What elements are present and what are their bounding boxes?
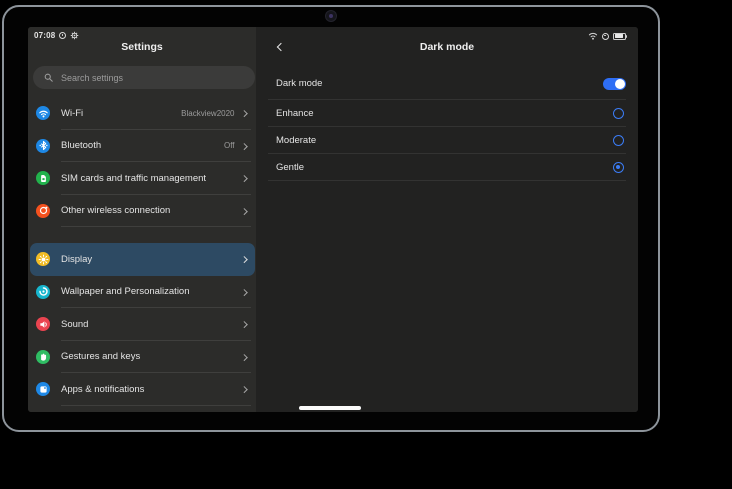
sidebar-item-label: Gestures and keys (61, 351, 242, 362)
sidebar-group-connections: Wi-Fi Blackview2020 Bluetooth Off (28, 97, 256, 227)
option-gentle[interactable]: Gentle (256, 154, 638, 181)
radio-enhance[interactable] (613, 108, 624, 119)
bluetooth-icon (36, 139, 50, 153)
sidebar-item-display[interactable]: Display (30, 243, 255, 276)
gear-icon (70, 31, 79, 40)
sidebar-item-label: Sound (61, 319, 242, 330)
status-bar-left: 07:08 (34, 30, 79, 41)
sidebar-group-device: Display Wallpaper and Personalization (28, 243, 256, 406)
chevron-right-icon (241, 208, 247, 214)
wifi-network-value: Blackview2020 (181, 109, 234, 118)
panel-title: Dark mode (256, 41, 638, 53)
wallpaper-icon (36, 285, 50, 299)
apps-icon (36, 382, 50, 396)
sidebar-item-label: Bluetooth (61, 140, 224, 151)
sidebar-item-wifi[interactable]: Wi-Fi Blackview2020 (30, 97, 255, 130)
status-bar-right (588, 31, 626, 41)
sidebar-item-label: Other wireless connection (61, 205, 242, 216)
battery-icon (613, 33, 626, 40)
desktop-background: 07:08 Settings (0, 0, 732, 489)
sidebar-item-label: Wallpaper and Personalization (61, 286, 242, 297)
sidebar-item-label: Wi-Fi (61, 108, 181, 119)
sidebar-item-apps[interactable]: Apps & notifications (30, 373, 255, 406)
option-label: Gentle (276, 162, 613, 173)
home-indicator-bar[interactable] (299, 406, 361, 410)
chevron-right-icon (241, 386, 247, 392)
clock: 07:08 (34, 31, 55, 40)
sidebar-item-bluetooth[interactable]: Bluetooth Off (30, 130, 255, 163)
sidebar-item-gestures[interactable]: Gestures and keys (30, 341, 255, 374)
speaker-icon (36, 317, 50, 331)
sim-card-icon (36, 171, 50, 185)
tablet-screen: 07:08 Settings (28, 27, 638, 412)
page-title: Settings (28, 41, 256, 53)
bluetooth-state-value: Off (224, 141, 235, 150)
radio-gentle[interactable] (613, 162, 624, 173)
chevron-right-icon (241, 354, 247, 360)
wifi-icon (36, 106, 50, 120)
chevron-right-icon (241, 321, 247, 327)
sidebar-item-sim-cards[interactable]: SIM cards and traffic management (30, 162, 255, 195)
tablet-frame: 07:08 Settings (2, 5, 660, 432)
circle-notification-icon (59, 32, 66, 39)
option-moderate[interactable]: Moderate (256, 127, 638, 154)
display-sun-icon (36, 252, 50, 266)
search-icon (44, 73, 53, 82)
option-label: Moderate (276, 135, 613, 146)
chevron-right-icon (241, 289, 247, 295)
chevron-right-icon (241, 175, 247, 181)
wifi-status-icon (588, 32, 598, 40)
sidebar-item-other-wireless[interactable]: Other wireless connection (30, 195, 255, 228)
settings-sidebar: Settings Search settings Wi-Fi Blackview… (28, 27, 256, 412)
search-placeholder: Search settings (61, 73, 123, 83)
dark-mode-toggle[interactable] (603, 78, 626, 90)
chevron-right-icon (241, 256, 247, 262)
dark-mode-panel: Dark mode Dark mode Enhance Moderate (256, 27, 638, 412)
dark-mode-options: Enhance Moderate Gentle (256, 100, 638, 181)
sidebar-item-label: Display (61, 254, 242, 265)
sidebar-item-wallpaper[interactable]: Wallpaper and Personalization (30, 276, 255, 309)
option-enhance[interactable]: Enhance (256, 100, 638, 127)
radio-moderate[interactable] (613, 135, 624, 146)
sidebar-item-label: Apps & notifications (61, 384, 242, 395)
dark-mode-toggle-row[interactable]: Dark mode (256, 67, 638, 100)
chevron-right-icon (241, 110, 247, 116)
chevron-right-icon (241, 143, 247, 149)
wireless-connection-icon (36, 204, 50, 218)
sidebar-item-sound[interactable]: Sound (30, 308, 255, 341)
sidebar-item-label: SIM cards and traffic management (61, 173, 242, 184)
dark-mode-label: Dark mode (276, 78, 603, 89)
alarm-icon (602, 33, 609, 40)
search-input[interactable]: Search settings (33, 66, 255, 89)
front-camera (326, 11, 336, 21)
hand-gesture-icon (36, 350, 50, 364)
option-label: Enhance (276, 108, 613, 119)
